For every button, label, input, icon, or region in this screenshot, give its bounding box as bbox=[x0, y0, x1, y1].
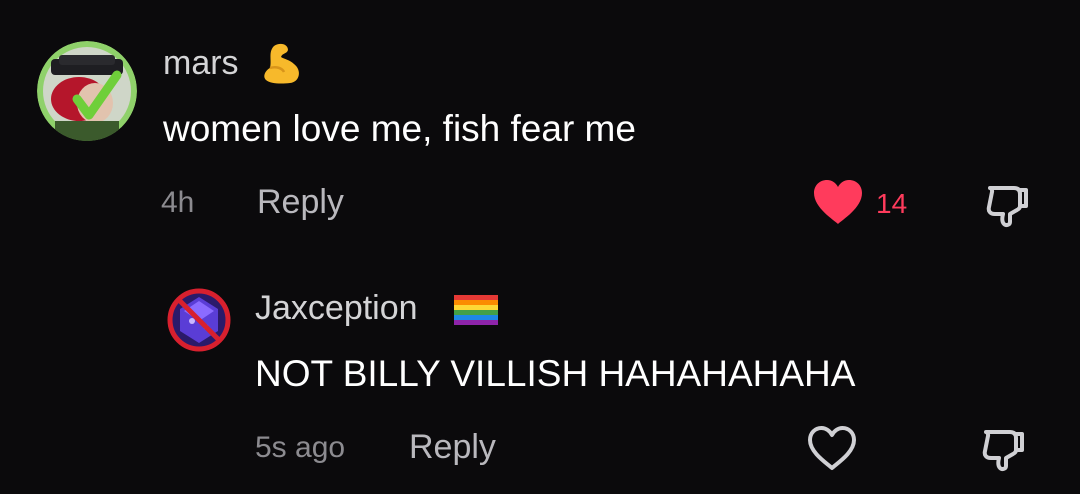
avatar[interactable] bbox=[37, 41, 137, 141]
avatar-image bbox=[167, 288, 231, 352]
dislike-button[interactable] bbox=[984, 180, 1032, 233]
thumbs-down-icon bbox=[986, 186, 1028, 228]
comment-username[interactable]: Jaxception bbox=[255, 291, 418, 325]
comment-text: women love me, fish fear me bbox=[163, 108, 636, 149]
rainbow-flag-icon bbox=[454, 295, 498, 330]
avatar[interactable] bbox=[166, 287, 232, 358]
reply-button[interactable]: Reply bbox=[257, 185, 344, 219]
avatar-image bbox=[37, 41, 137, 141]
comment-thread: mars women love me, fish fear me 4h Repl… bbox=[0, 0, 1080, 494]
reply-button[interactable]: Reply bbox=[409, 430, 496, 464]
heart-outline-icon bbox=[808, 426, 856, 470]
comment-text: NOT BILLY VILLISH HAHAHAHAHA bbox=[255, 353, 856, 394]
comment-time: 4h bbox=[161, 186, 195, 219]
comment-username[interactable]: mars bbox=[163, 46, 239, 80]
like-button[interactable] bbox=[812, 178, 864, 231]
dislike-button[interactable] bbox=[980, 424, 1028, 477]
thumbs-down-icon bbox=[982, 430, 1024, 472]
like-count: 14 bbox=[876, 188, 908, 219]
comment-time: 5s ago bbox=[255, 431, 346, 464]
like-button[interactable] bbox=[806, 424, 858, 477]
flexed-biceps-icon bbox=[260, 40, 306, 91]
heart-filled-icon bbox=[814, 180, 862, 224]
